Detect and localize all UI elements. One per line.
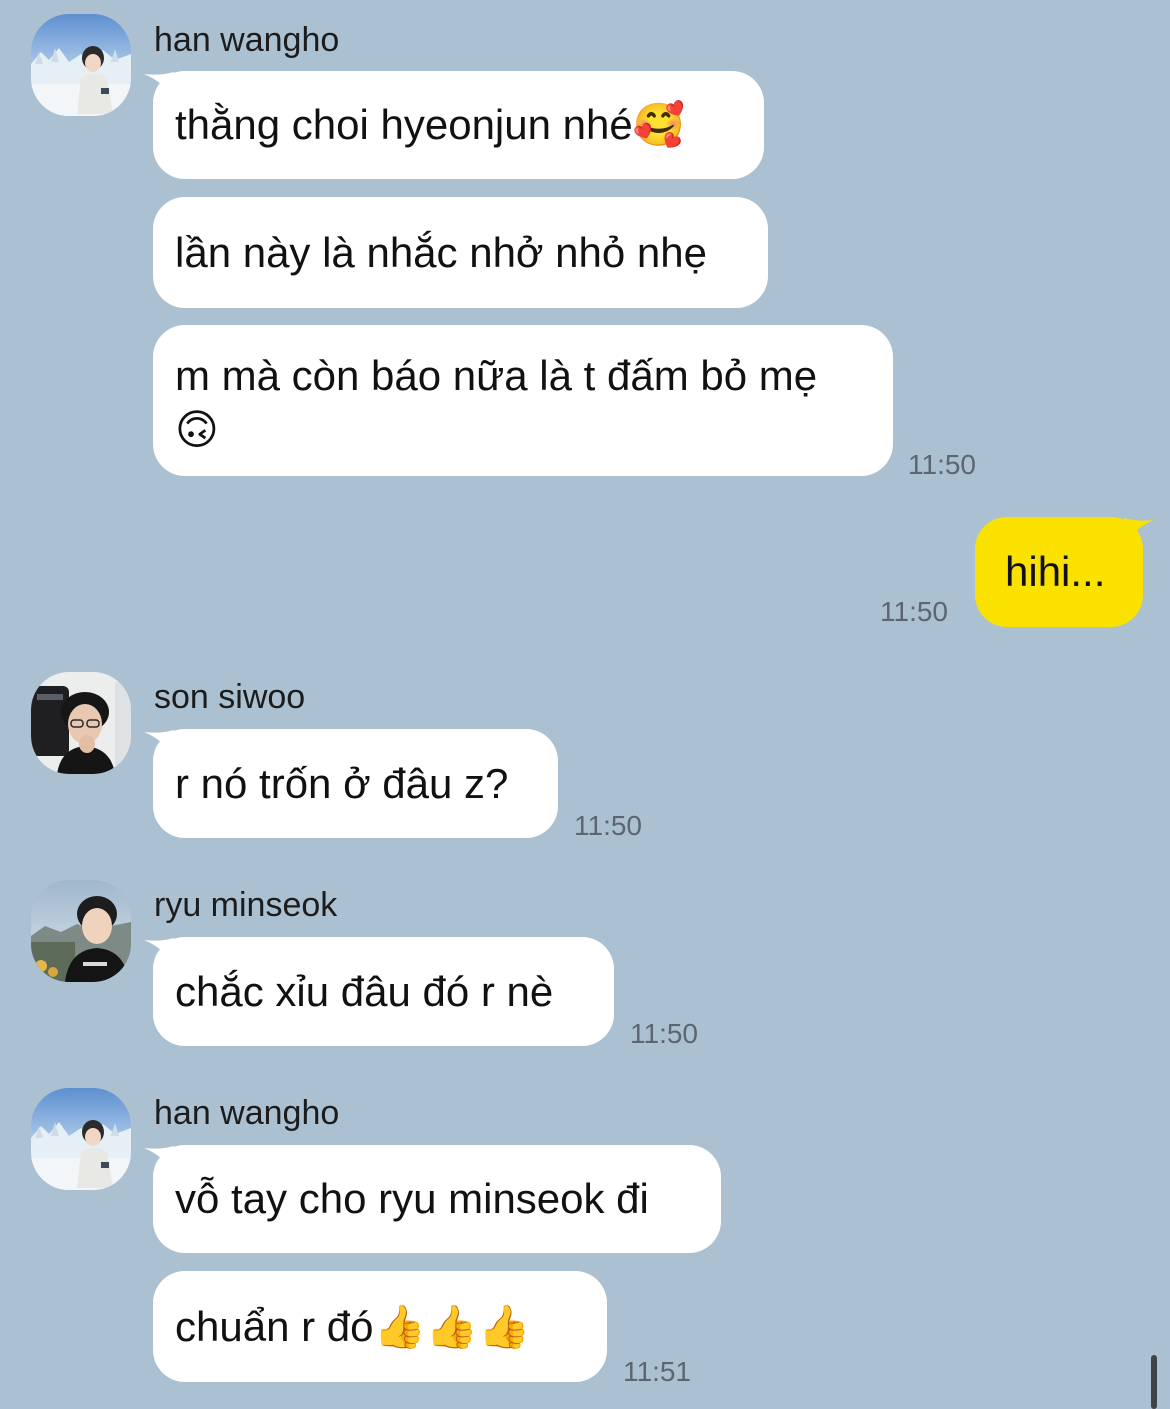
avatar-son-siwoo[interactable] — [31, 672, 131, 774]
my-message-bubble[interactable]: hihi... — [975, 517, 1143, 627]
message-text: vỗ tay cho ryu minseok đi — [175, 1175, 649, 1222]
avatar-han-wangho[interactable] — [31, 14, 131, 116]
message-bubble[interactable]: m mà còn báo nữa là t đấm bỏ mẹ 🙃 — [153, 325, 893, 476]
message-timestamp: 11:50 — [630, 1018, 698, 1049]
message-bubble[interactable]: r nó trốn ở đâu z? — [153, 729, 558, 838]
message-timestamp: 11:50 — [908, 449, 976, 480]
message-bubble[interactable]: lần này là nhắc nhở nhỏ nhẹ — [153, 197, 768, 308]
avatar-han-wangho[interactable] — [31, 1088, 131, 1190]
message-timestamp: 11:51 — [623, 1356, 691, 1387]
avatar-ryu-minseok[interactable] — [31, 880, 131, 982]
scrollbar[interactable] — [1151, 1355, 1157, 1409]
sender-name: son siwoo — [154, 678, 306, 716]
message-bubble[interactable]: chắc xỉu đâu đó r nè — [153, 937, 614, 1046]
sender-name: ryu minseok — [154, 886, 338, 924]
message-bubble[interactable]: thằng choi hyeonjun nhé🥰 — [153, 71, 764, 179]
message-text: r nó trốn ở đâu z? — [175, 759, 509, 807]
message-text: chuẩn r đó👍👍👍 — [175, 1302, 531, 1350]
message-bubble[interactable]: chuẩn r đó👍👍👍 — [153, 1271, 607, 1382]
message-timestamp: 11:50 — [880, 596, 948, 627]
message-text: m mà còn báo nữa là t đấm bỏ mẹ 🙃 — [175, 352, 818, 453]
sender-name: han wangho — [154, 21, 340, 59]
message-timestamp: 11:50 — [574, 810, 642, 841]
sender-name: han wangho — [154, 1094, 340, 1132]
message-text: thằng choi hyeonjun nhé🥰 — [175, 101, 686, 148]
message-text: hihi... — [1005, 548, 1106, 595]
message-text: chắc xỉu đâu đó r nè — [175, 967, 554, 1015]
message-text: lần này là nhắc nhở nhỏ nhẹ — [175, 228, 707, 276]
message-bubble[interactable]: vỗ tay cho ryu minseok đi — [153, 1145, 721, 1253]
bubble-tail — [1124, 518, 1154, 546]
